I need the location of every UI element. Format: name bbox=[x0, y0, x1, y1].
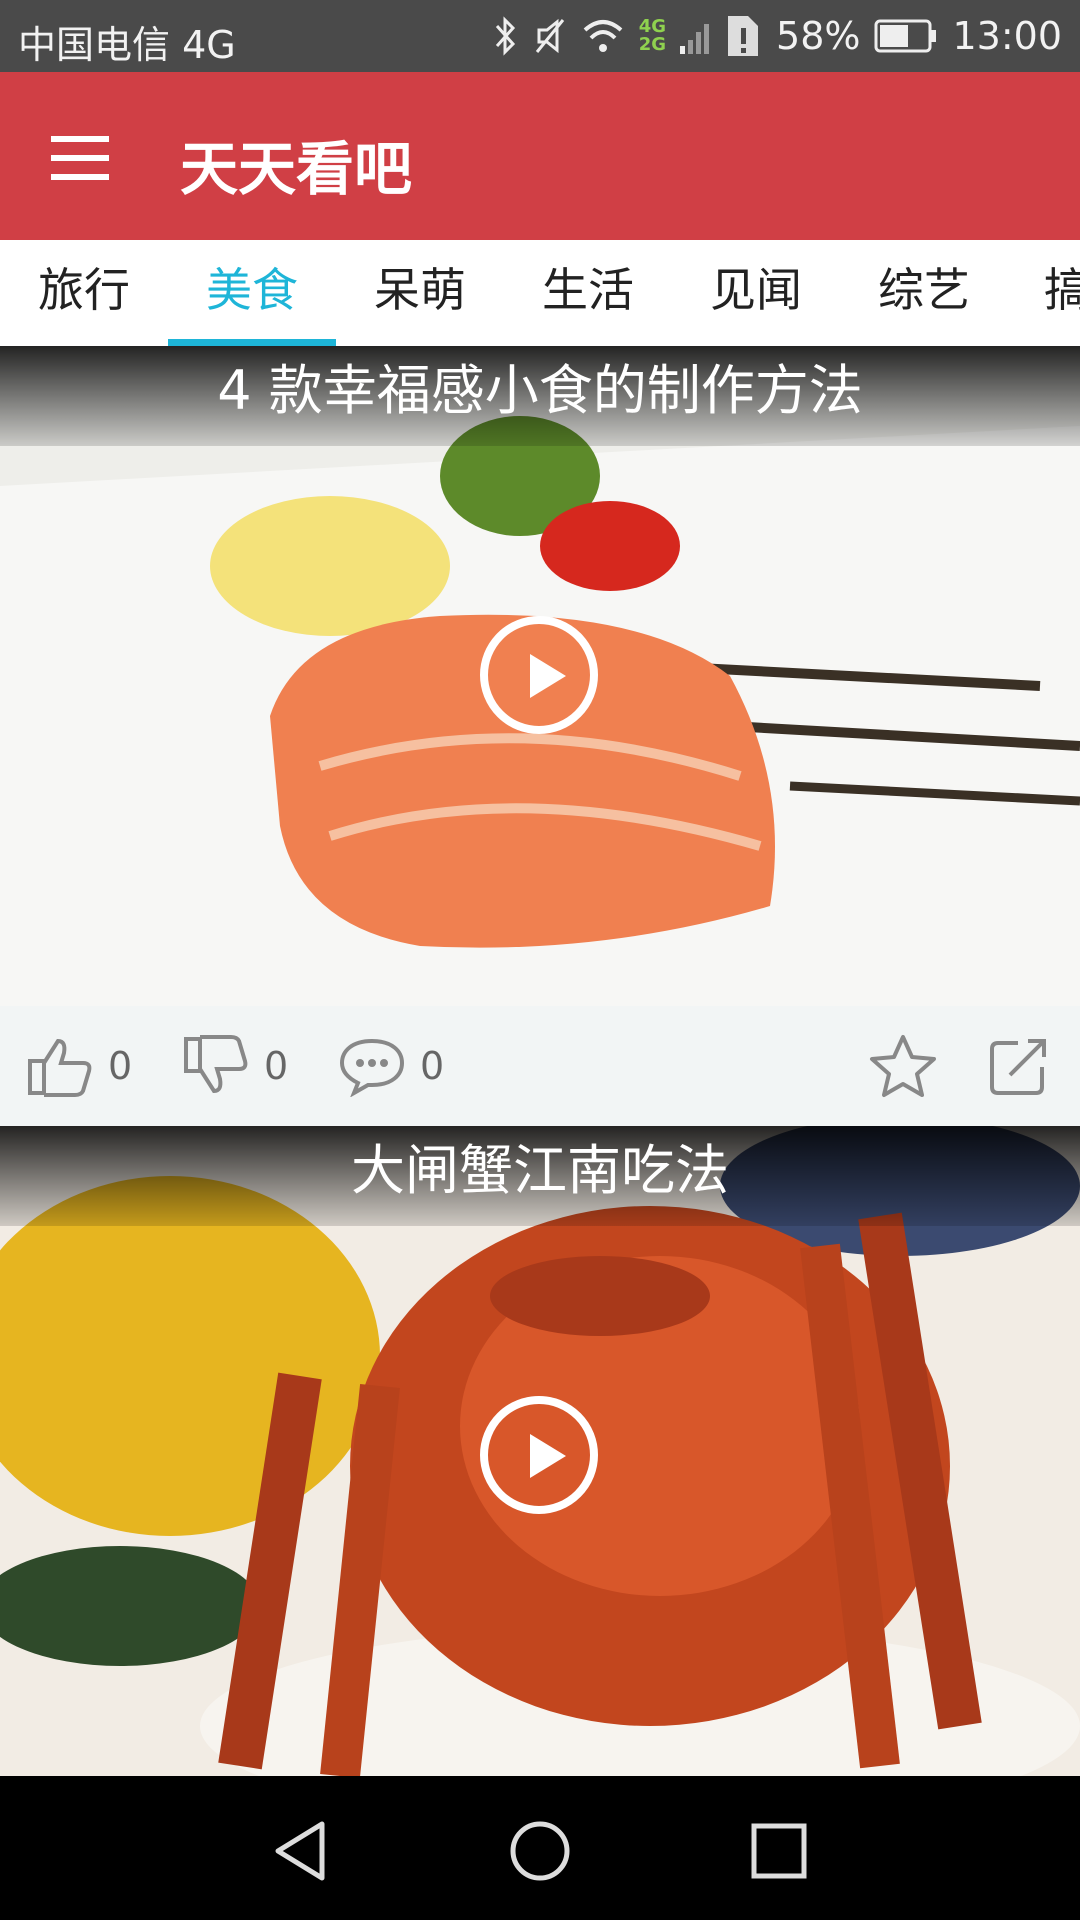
tab-variety[interactable]: 综艺 bbox=[840, 240, 1008, 346]
dislike-count: 0 bbox=[264, 1044, 289, 1088]
video-title: 大闸蟹江南吃法 bbox=[0, 1126, 1080, 1226]
video-card: 大闸蟹江南吃法 bbox=[0, 1126, 1080, 1776]
play-icon bbox=[530, 1434, 566, 1478]
battery-icon bbox=[874, 19, 937, 53]
favorite-button[interactable] bbox=[868, 1006, 938, 1126]
video-title: 4 款幸福感小食的制作方法 bbox=[0, 346, 1080, 446]
play-button[interactable] bbox=[480, 1396, 598, 1514]
recents-icon[interactable] bbox=[744, 1816, 814, 1886]
app-title: 天天看吧 bbox=[180, 135, 413, 203]
mute-icon bbox=[535, 18, 564, 54]
like-button[interactable]: 0 bbox=[26, 1006, 132, 1126]
video-card: 4 款幸福感小食的制作方法 0 0 0 bbox=[0, 346, 1080, 1132]
video-thumbnail[interactable]: 4 款幸福感小食的制作方法 bbox=[0, 346, 1080, 1006]
comment-button[interactable]: 0 bbox=[338, 1006, 444, 1126]
sim-alert-icon bbox=[728, 16, 759, 56]
system-nav-bar bbox=[0, 1776, 1080, 1920]
wifi-icon bbox=[583, 20, 623, 52]
share-icon bbox=[990, 1039, 1046, 1095]
play-button[interactable] bbox=[480, 616, 598, 734]
tab-cute[interactable]: 呆萌 bbox=[336, 240, 504, 346]
home-icon[interactable] bbox=[505, 1816, 575, 1886]
back-icon[interactable] bbox=[266, 1816, 336, 1886]
status-bar: 中国电信 4G 4G 2G 58% 13:00 bbox=[0, 0, 1080, 72]
app-bar: 天天看吧 bbox=[0, 72, 1080, 240]
tab-food[interactable]: 美食 bbox=[168, 240, 336, 346]
status-icons: 4G 2G 58% 13:00 bbox=[493, 10, 1062, 62]
carrier-label: 中国电信 4G bbox=[18, 23, 236, 67]
thumbs-down-icon bbox=[184, 1035, 248, 1094]
category-tabs: 旅行 美食 呆萌 生活 见闻 综艺 搞 bbox=[0, 240, 1080, 347]
video-actions: 0 0 0 bbox=[0, 1006, 1080, 1132]
comment-icon bbox=[339, 1038, 405, 1097]
bluetooth-icon bbox=[495, 16, 515, 56]
network-type-icon: 4G 2G bbox=[638, 16, 667, 55]
tab-news[interactable]: 见闻 bbox=[672, 240, 840, 346]
star-icon bbox=[870, 1035, 936, 1097]
hamburger-menu-icon[interactable] bbox=[46, 124, 114, 188]
like-count: 0 bbox=[108, 1044, 133, 1088]
video-thumbnail[interactable]: 大闸蟹江南吃法 bbox=[0, 1126, 1080, 1776]
battery-percent: 58% bbox=[776, 14, 861, 58]
dislike-button[interactable]: 0 bbox=[182, 1006, 288, 1126]
tab-life[interactable]: 生活 bbox=[504, 240, 672, 346]
clock: 13:00 bbox=[952, 14, 1062, 58]
tab-funny[interactable]: 搞 bbox=[1008, 240, 1080, 346]
play-icon bbox=[530, 654, 566, 698]
tab-travel[interactable]: 旅行 bbox=[0, 240, 168, 346]
thumbs-up-icon bbox=[28, 1038, 92, 1097]
comment-count: 0 bbox=[420, 1044, 445, 1088]
share-button[interactable] bbox=[988, 1006, 1050, 1126]
signal-icon bbox=[680, 24, 710, 54]
